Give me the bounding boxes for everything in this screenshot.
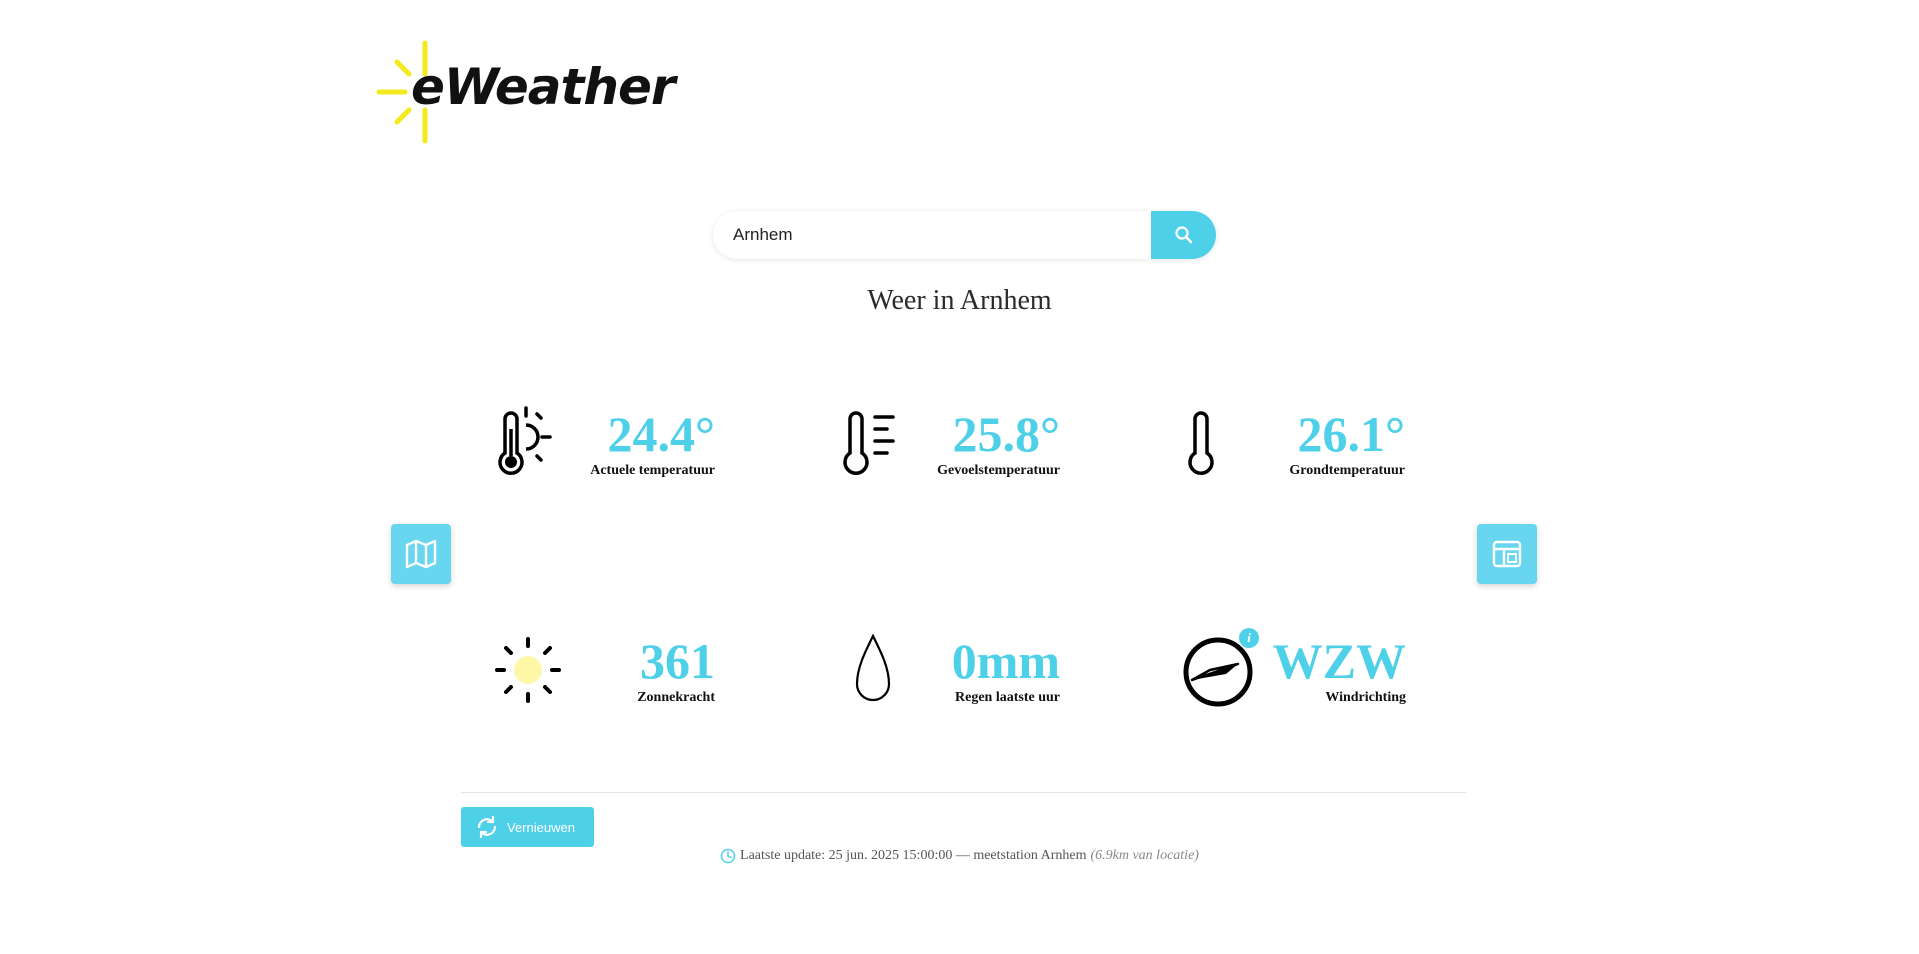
logo[interactable]: eWeather [375, 38, 676, 148]
tile-rain-last-hour: 0mm Regen laatste uur [835, 632, 1060, 722]
search-input[interactable] [713, 211, 1153, 259]
tile-label: Regen laatste uur [955, 690, 1060, 705]
tile-value: 24.4° [607, 406, 716, 462]
search-button[interactable] [1151, 211, 1216, 259]
tile-label: Gevoelstemperatuur [937, 463, 1060, 478]
tile-value: 26.1° [1297, 406, 1406, 462]
refresh-label: Vernieuwen [507, 819, 575, 835]
thermometer-icon [1188, 411, 1214, 475]
divider [461, 792, 1466, 793]
refresh-button[interactable]: Vernieuwen [461, 807, 594, 847]
tile-wind-direction: i WZW Windrichting [1180, 628, 1406, 722]
thermometer-sun-icon [498, 406, 552, 475]
search-icon [1174, 226, 1192, 244]
tile-current-temperature: 24.4° Actuele temperatuur [490, 405, 715, 495]
tile-label: Grondtemperatuur [1289, 463, 1405, 478]
layout-button[interactable] [1477, 524, 1537, 584]
tile-label: Windrichting [1325, 690, 1406, 705]
map-icon [405, 539, 437, 569]
tile-label: Actuele temperatuur [590, 463, 715, 478]
last-update-text: Laatste update: 25 jun. 2025 15:00:00 — … [740, 848, 1087, 863]
thermometer-lines-icon [843, 411, 895, 475]
last-update: Laatste update: 25 jun. 2025 15:00:00 — … [0, 848, 1919, 864]
refresh-icon [477, 815, 497, 839]
tile-value: 25.8° [952, 406, 1061, 462]
logo-text: eWeather [411, 58, 676, 116]
tile-value: 361 [640, 633, 715, 689]
raindrop-icon [855, 633, 891, 702]
search-bar [713, 211, 1216, 259]
tile-value: 0mm [951, 633, 1060, 689]
tile-label: Zonnekracht [637, 690, 715, 705]
layout-icon [1492, 540, 1522, 568]
tile-ground-temperature: 26.1° Grondtemperatuur [1180, 405, 1405, 495]
tile-value: WZW [1272, 633, 1406, 689]
sun-icon [495, 637, 561, 703]
map-button[interactable] [391, 524, 451, 584]
tile-feels-like-temperature: 25.8° Gevoelstemperatuur [835, 405, 1060, 495]
info-badge[interactable]: i [1239, 628, 1259, 648]
station-distance: (6.9km van locatie) [1090, 848, 1199, 863]
clock-icon [720, 848, 736, 864]
tile-sun-strength: 361 Zonnekracht [490, 632, 715, 722]
page-title: Weer in Arnhem [867, 285, 1052, 316]
page: eWeather Weer in Arnhem [0, 0, 1919, 954]
